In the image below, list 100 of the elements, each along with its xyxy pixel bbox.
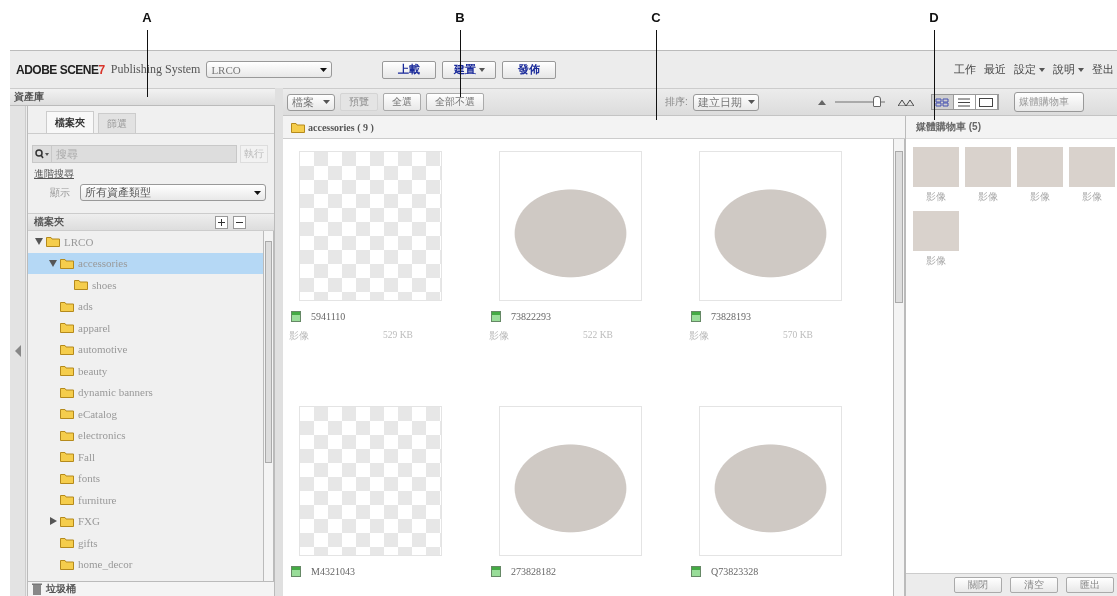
callout-label: D bbox=[928, 10, 940, 25]
photo-placeholder[interactable] bbox=[499, 406, 642, 556]
asset-type: 影像 bbox=[978, 190, 998, 204]
folder-icon bbox=[60, 515, 74, 527]
tab[interactable]: 檔案夾 bbox=[46, 111, 94, 133]
toolbar-button[interactable]: 發佈 bbox=[502, 60, 557, 79]
folder-row[interactable]: shoes bbox=[28, 274, 263, 296]
folder-row[interactable]: accessories bbox=[28, 252, 263, 274]
single-view-button[interactable] bbox=[975, 95, 998, 109]
caret-icon bbox=[254, 190, 261, 195]
folder-icon bbox=[60, 257, 74, 269]
collapsed-arrow-icon[interactable] bbox=[49, 517, 57, 526]
small-size-icon bbox=[817, 99, 826, 105]
caret-icon bbox=[747, 100, 755, 104]
asset-type-dropdown[interactable]: 所有資產類型 bbox=[80, 184, 266, 201]
folder-row[interactable]: FXG bbox=[28, 510, 263, 532]
file-size: 522 KB bbox=[583, 330, 613, 342]
panel-title: 媒體購物車 (5) bbox=[906, 116, 1117, 139]
asset-type: 影像 bbox=[926, 254, 946, 268]
plus-icon bbox=[218, 218, 225, 226]
scrollbar[interactable] bbox=[263, 231, 274, 581]
grid-view-button[interactable] bbox=[931, 95, 954, 109]
cart-button[interactable]: 匯出 bbox=[1066, 577, 1114, 593]
toolbar-button[interactable]: 全選 bbox=[383, 93, 421, 111]
menu-item[interactable]: 工作 bbox=[954, 62, 976, 77]
caret-icon bbox=[320, 67, 328, 72]
folder-icon bbox=[60, 429, 74, 441]
scrollbar[interactable] bbox=[893, 139, 905, 596]
callout-label: C bbox=[650, 10, 662, 25]
remove-folder-button[interactable] bbox=[233, 215, 246, 229]
folder-row[interactable]: furniture bbox=[28, 489, 263, 511]
folder-row[interactable]: gifts bbox=[28, 532, 263, 554]
logo-text: ADOBE SCENE7 bbox=[16, 62, 105, 77]
image-file-icon bbox=[291, 311, 301, 322]
tab[interactable]: 篩選 bbox=[98, 113, 136, 133]
file-dropdown[interactable]: 檔案 bbox=[287, 93, 335, 111]
callout-label: B bbox=[454, 10, 466, 25]
asset-name: 73828193 bbox=[711, 311, 751, 322]
asset-type: 影像 bbox=[926, 190, 946, 204]
collapse-strip[interactable] bbox=[10, 106, 26, 596]
panel-dropdown[interactable]: 媒體購物車 bbox=[1013, 92, 1084, 112]
folder-row[interactable]: beauty bbox=[28, 360, 263, 382]
toolbar-button[interactable]: 上載 bbox=[382, 60, 437, 79]
expanded-arrow-icon[interactable] bbox=[49, 259, 57, 267]
folder-row[interactable]: LRCO bbox=[28, 231, 263, 253]
add-folder-button[interactable] bbox=[215, 215, 228, 229]
callout-label: A bbox=[141, 10, 153, 25]
folder-row[interactable]: automotive bbox=[28, 338, 263, 360]
company-dropdown[interactable]: LRCO bbox=[206, 61, 333, 78]
menu-item[interactable]: 最近 bbox=[984, 62, 1006, 77]
photo-placeholder[interactable] bbox=[299, 151, 442, 301]
menu-item[interactable]: 說明 bbox=[1053, 62, 1084, 77]
folder-icon bbox=[74, 279, 88, 291]
folder-row[interactable]: electronics bbox=[28, 424, 263, 446]
asset-name: 273828182 bbox=[511, 566, 556, 577]
folder-row[interactable]: home_decor bbox=[28, 553, 263, 575]
sort-dropdown[interactable]: 建立日期 bbox=[692, 93, 759, 111]
folder-row[interactable]: Fall bbox=[28, 446, 263, 468]
leader-line bbox=[460, 30, 461, 97]
folder-path: accessories ( 9 ) bbox=[308, 121, 374, 133]
menu-item[interactable]: 登出 bbox=[1092, 62, 1114, 77]
show-label: 顯示 bbox=[50, 185, 70, 200]
folder-row[interactable]: dynamic banners bbox=[28, 381, 263, 403]
sort-label: 排序: bbox=[665, 95, 688, 109]
photo-placeholder[interactable] bbox=[699, 406, 842, 556]
folder-icon bbox=[60, 537, 74, 549]
folder-row[interactable]: eCatalog bbox=[28, 403, 263, 425]
menu-item[interactable]: 設定 bbox=[1014, 62, 1045, 77]
folder-icon bbox=[60, 451, 74, 463]
toolbar-button[interactable]: 全部不選 bbox=[426, 93, 484, 111]
file-size: 570 KB bbox=[783, 330, 813, 342]
search-options-button[interactable] bbox=[32, 145, 52, 163]
asset-name: Q73823328 bbox=[711, 566, 759, 577]
photo-placeholder[interactable] bbox=[699, 151, 842, 301]
panel-title: 資產庫 bbox=[10, 88, 275, 106]
photo-placeholder[interactable] bbox=[499, 151, 642, 301]
folder-icon bbox=[60, 558, 74, 570]
splitter-handle[interactable] bbox=[275, 88, 283, 596]
folder-row[interactable]: ads bbox=[28, 295, 263, 317]
expanded-arrow-icon[interactable] bbox=[35, 238, 43, 246]
large-size-icon bbox=[897, 98, 914, 106]
folder-icon bbox=[60, 322, 74, 334]
folder-row[interactable]: fonts bbox=[28, 467, 263, 489]
folder-icon bbox=[60, 386, 74, 398]
list-view-button[interactable] bbox=[953, 95, 976, 109]
advanced-search-link[interactable]: 進階搜尋 bbox=[34, 167, 74, 181]
caret-icon bbox=[323, 100, 330, 104]
image-file-icon bbox=[691, 566, 701, 577]
image-file-icon bbox=[691, 311, 701, 322]
folder-row[interactable]: apparel bbox=[28, 317, 263, 339]
asset-name: M4321043 bbox=[311, 566, 355, 577]
cart-button[interactable]: 關閉 bbox=[954, 577, 1002, 593]
trash-label[interactable]: 垃圾桶 bbox=[46, 582, 76, 596]
folder-icon bbox=[60, 494, 74, 506]
folder-icon bbox=[60, 343, 74, 355]
cart-button[interactable]: 清空 bbox=[1010, 577, 1058, 593]
slider-thumb[interactable] bbox=[873, 96, 882, 107]
image-file-icon bbox=[291, 566, 301, 577]
search-icon bbox=[35, 149, 49, 159]
photo-placeholder[interactable] bbox=[299, 406, 442, 556]
